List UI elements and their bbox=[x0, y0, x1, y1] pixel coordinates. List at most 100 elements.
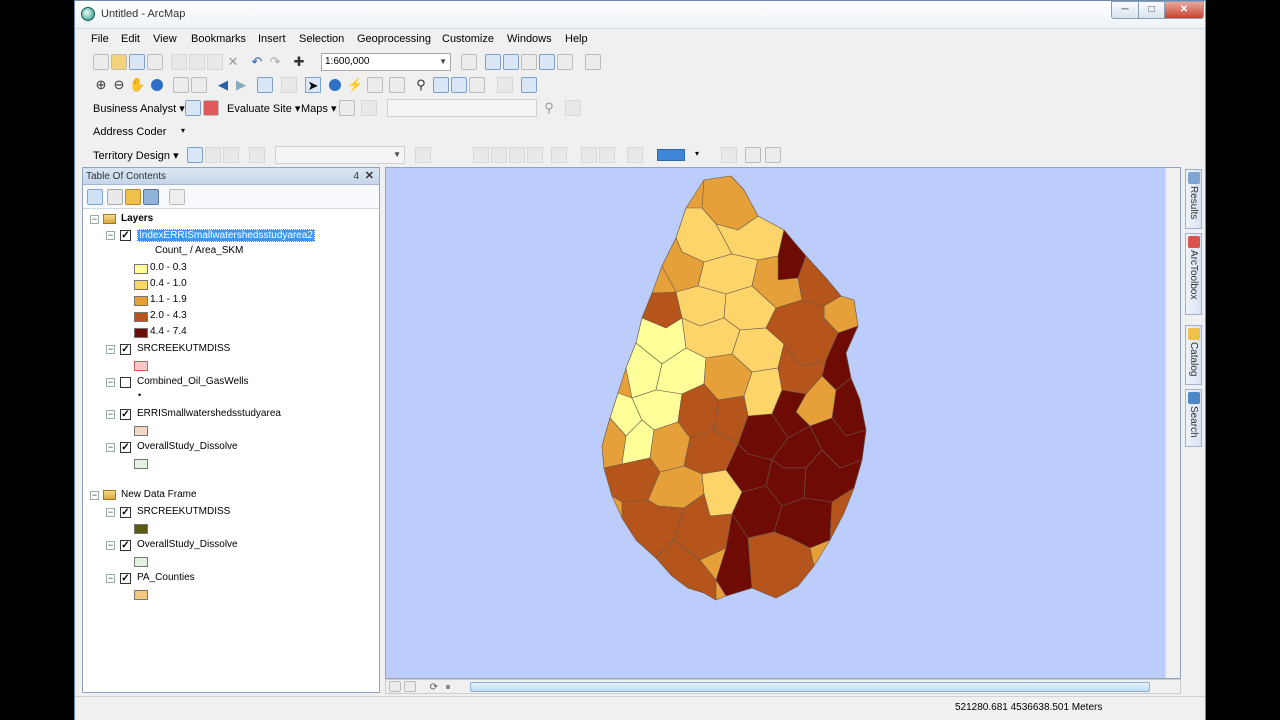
go-to-xy-icon[interactable] bbox=[451, 77, 467, 93]
open-folder-icon[interactable] bbox=[111, 54, 127, 70]
expander-icon[interactable]: − bbox=[106, 443, 115, 452]
forward-extent-icon[interactable]: ▶ bbox=[233, 77, 249, 93]
back-extent-icon[interactable]: ◀ bbox=[215, 77, 231, 93]
maps-menu[interactable]: Maps ▾ bbox=[301, 102, 336, 115]
measure-icon[interactable] bbox=[389, 77, 405, 93]
td-tool16-icon[interactable] bbox=[765, 147, 781, 163]
arctoolbox-icon[interactable] bbox=[539, 54, 555, 70]
search-tab[interactable]: Search bbox=[1185, 389, 1202, 447]
evaluate-site-menu[interactable]: Evaluate Site ▾ bbox=[227, 102, 300, 115]
td-tool10-icon[interactable] bbox=[551, 147, 567, 163]
layer-name[interactable]: OverallStudy_Dissolve bbox=[137, 539, 238, 550]
maximize-button[interactable]: □ bbox=[1138, 1, 1165, 19]
find-route-icon[interactable] bbox=[433, 77, 449, 93]
td-tool5-icon[interactable] bbox=[415, 147, 431, 163]
expander-icon[interactable]: − bbox=[106, 541, 115, 550]
menu-help[interactable]: Help bbox=[565, 33, 588, 45]
editor-toolbar-icon[interactable] bbox=[461, 54, 477, 70]
address-coder-dropdown-icon[interactable]: ▾ bbox=[181, 126, 185, 135]
watershed-choropleth-map[interactable] bbox=[386, 168, 1166, 678]
list-by-visibility-icon[interactable] bbox=[125, 189, 141, 205]
ba-wizard-icon[interactable] bbox=[185, 100, 201, 116]
map-horizontal-scrollbar-thumb[interactable] bbox=[470, 682, 1150, 692]
find-binoculars-icon[interactable]: ⚲ bbox=[413, 77, 429, 93]
layer-name[interactable]: PA_Counties bbox=[137, 572, 195, 583]
business-analyst-menu[interactable]: Business Analyst ▾ bbox=[93, 102, 185, 115]
paste-icon[interactable] bbox=[207, 54, 223, 70]
td-tool13-icon[interactable] bbox=[627, 147, 643, 163]
td-tool15-icon[interactable] bbox=[745, 147, 761, 163]
territory-design-menu[interactable]: Territory Design ▾ bbox=[93, 149, 179, 162]
data-frame-new[interactable]: New Data Frame bbox=[121, 489, 197, 500]
layer-checkbox[interactable] bbox=[120, 377, 131, 388]
data-view-icon[interactable] bbox=[389, 681, 401, 692]
ba-map-icon[interactable] bbox=[339, 100, 355, 116]
viewer-window-icon[interactable] bbox=[497, 77, 513, 93]
cut-icon[interactable] bbox=[171, 54, 187, 70]
map-vertical-scrollbar[interactable] bbox=[1165, 168, 1180, 678]
table-of-contents-icon[interactable] bbox=[485, 54, 501, 70]
td-tool4-icon[interactable] bbox=[249, 147, 265, 163]
ba-report-icon[interactable] bbox=[203, 100, 219, 116]
expander-icon[interactable]: − bbox=[106, 345, 115, 354]
td-color-swatch[interactable] bbox=[657, 149, 685, 161]
add-data-icon[interactable]: ✚ bbox=[291, 54, 307, 70]
td-color-dropdown-icon[interactable]: ▾ bbox=[695, 149, 699, 158]
catalog-tab[interactable]: Catalog bbox=[1185, 325, 1202, 385]
td-tool9-icon[interactable] bbox=[527, 147, 543, 163]
map-display-area[interactable] bbox=[385, 167, 1181, 679]
layout-view-icon[interactable] bbox=[521, 77, 537, 93]
menu-windows[interactable]: Windows bbox=[507, 33, 552, 45]
delete-icon[interactable]: ✕ bbox=[225, 54, 241, 70]
menu-edit[interactable]: Edit bbox=[121, 33, 140, 45]
expander-icon[interactable]: − bbox=[106, 231, 115, 240]
td-tool2-icon[interactable] bbox=[205, 147, 221, 163]
td-wizard-icon[interactable] bbox=[187, 147, 203, 163]
search-window-icon[interactable] bbox=[521, 54, 537, 70]
undo-icon[interactable]: ↶ bbox=[249, 54, 265, 70]
layer-checkbox[interactable]: ✓ bbox=[120, 442, 131, 453]
ba-search-icon[interactable]: ⚲ bbox=[541, 100, 557, 116]
results-tab[interactable]: Results bbox=[1185, 169, 1202, 229]
td-territory-combo[interactable]: ▼ bbox=[275, 146, 405, 164]
list-by-selection-icon[interactable] bbox=[143, 189, 159, 205]
save-icon[interactable] bbox=[129, 54, 145, 70]
selected-layer-name[interactable]: IndexERRISmallwatershedsstudyarea2 bbox=[137, 229, 315, 242]
copy-icon[interactable] bbox=[189, 54, 205, 70]
td-tool6-icon[interactable] bbox=[473, 147, 489, 163]
list-by-drawing-order-icon[interactable] bbox=[87, 189, 103, 205]
catalog-window-icon[interactable] bbox=[503, 54, 519, 70]
select-elements-arrow-icon[interactable]: ➤ bbox=[305, 77, 321, 93]
list-by-source-icon[interactable] bbox=[107, 189, 123, 205]
select-features-icon[interactable] bbox=[257, 77, 273, 93]
menu-geoprocessing[interactable]: Geoprocessing bbox=[357, 33, 431, 45]
td-tool7-icon[interactable] bbox=[491, 147, 507, 163]
layer-name[interactable]: SRCREEKUTMDISS bbox=[137, 343, 230, 354]
expander-icon[interactable]: − bbox=[90, 215, 99, 224]
pan-hand-icon[interactable]: ✋ bbox=[129, 77, 145, 93]
td-tool14-icon[interactable] bbox=[721, 147, 737, 163]
new-document-icon[interactable] bbox=[93, 54, 109, 70]
ba-options-icon[interactable] bbox=[565, 100, 581, 116]
map-scale-combo[interactable]: 1:600,000 ▼ bbox=[321, 53, 451, 71]
toc-close-icon[interactable]: ✕ bbox=[365, 168, 374, 185]
ba-table-icon[interactable] bbox=[361, 100, 377, 116]
layer-checkbox[interactable]: ✓ bbox=[120, 573, 131, 584]
data-frame-layers[interactable]: Layers bbox=[121, 213, 153, 224]
minimize-button[interactable]: ─ bbox=[1111, 1, 1139, 19]
expander-icon[interactable]: − bbox=[106, 508, 115, 517]
expander-icon[interactable]: − bbox=[106, 574, 115, 583]
layer-checkbox[interactable]: ✓ bbox=[120, 409, 131, 420]
expander-icon[interactable]: − bbox=[106, 410, 115, 419]
td-tool11-icon[interactable] bbox=[581, 147, 597, 163]
td-tool3-icon[interactable] bbox=[223, 147, 239, 163]
layer-checkbox[interactable]: ✓ bbox=[120, 230, 131, 241]
toc-options-icon[interactable] bbox=[169, 189, 185, 205]
python-window-icon[interactable] bbox=[557, 54, 573, 70]
td-tool12-icon[interactable] bbox=[599, 147, 615, 163]
address-coder-menu[interactable]: Address Coder bbox=[93, 126, 166, 138]
layer-name[interactable]: OverallStudy_Dissolve bbox=[137, 441, 238, 452]
time-slider-icon[interactable] bbox=[469, 77, 485, 93]
zoom-in-icon[interactable]: ⊕ bbox=[93, 77, 109, 93]
expander-icon[interactable]: − bbox=[106, 378, 115, 387]
